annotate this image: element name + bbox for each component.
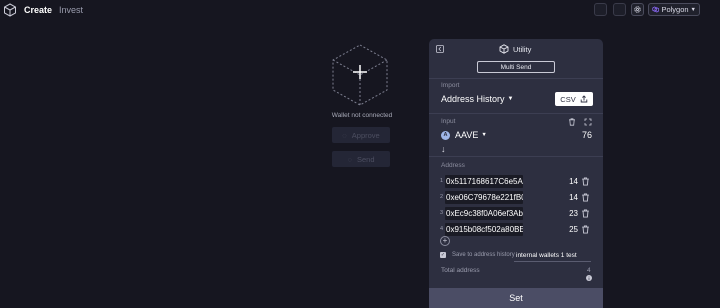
back-icon[interactable] [436, 45, 444, 53]
csv-button[interactable]: CSV [555, 92, 593, 106]
profile-button[interactable] [613, 3, 626, 16]
divider [429, 78, 603, 79]
save-history-checkbox[interactable]: ✓ [440, 252, 446, 258]
top-bar: Create Invest Polygon ▼ [0, 0, 720, 20]
address-row: 3 0xEc9c38f0A06ef3Ab2 23 [440, 205, 596, 221]
input-label: Input [441, 118, 456, 125]
caret-down-icon: ▼ [481, 132, 487, 138]
address-input[interactable]: 0x915b08cf502a80BEb [445, 222, 523, 236]
network-selector[interactable]: Polygon ▼ [648, 3, 700, 16]
address-history-select[interactable]: Address History ▼ [441, 94, 513, 104]
trash-icon[interactable] [568, 118, 576, 126]
aave-token-icon: A [441, 130, 450, 140]
arrow-down-icon: ↓ [441, 144, 446, 154]
total-address-label: Total address [441, 267, 480, 274]
amount-input[interactable]: 14 [523, 177, 581, 186]
utility-panel: Utility Multi Send Import Address Histor… [429, 39, 603, 308]
nav-invest[interactable]: Invest [59, 5, 83, 15]
address-label: Address [441, 162, 465, 169]
address-history-label: Address History [441, 94, 505, 104]
polygon-icon [652, 6, 660, 13]
amount-input[interactable]: 25 [523, 225, 581, 234]
trash-icon[interactable] [581, 192, 590, 202]
gear-icon [634, 6, 641, 13]
empty-portfolio-cube[interactable] [331, 44, 389, 106]
divider [429, 113, 603, 114]
approve-button[interactable]: ◌ Approve [332, 127, 390, 143]
send-label: Send [356, 154, 375, 164]
address-input[interactable]: 0xEc9c38f0A06ef3Ab2 [445, 206, 523, 220]
total-address-value: 4 [587, 267, 591, 274]
multi-send-button[interactable]: Multi Send [477, 61, 555, 73]
divider [429, 156, 603, 157]
address-row: 2 0xe06C79678e221fB0D 14 [440, 189, 596, 205]
upload-icon [580, 95, 587, 103]
token-selector[interactable]: AAVE ▼ [455, 130, 487, 140]
expand-icon[interactable] [584, 118, 592, 126]
history-name-input[interactable]: internal wallets 1 test [514, 250, 591, 262]
save-history-row: ✓ Save to address history [440, 252, 515, 258]
info-icon[interactable]: i [586, 275, 592, 281]
csv-label: CSV [560, 94, 576, 104]
circle-icon: ◌ [347, 154, 352, 164]
circle-icon: ◌ [342, 130, 347, 140]
network-name: Polygon [661, 5, 689, 14]
settings-button[interactable] [631, 3, 644, 16]
trash-icon[interactable] [581, 208, 590, 218]
address-row: 1 0x5117168617C6e5A6 14 [440, 173, 596, 189]
trash-icon[interactable] [581, 224, 590, 234]
token-amount[interactable]: 76 [582, 130, 592, 140]
token-name: AAVE [455, 130, 479, 140]
caret-down-icon: ▼ [507, 96, 514, 102]
address-row: 4 0x915b08cf502a80BEb 25 [440, 221, 596, 237]
address-input[interactable]: 0x5117168617C6e5A6 [445, 174, 523, 188]
nav-create[interactable]: Create [24, 5, 52, 15]
wallet-status: Wallet not connected [331, 112, 393, 119]
wallet-action-button[interactable] [594, 3, 607, 16]
panel-title: Utility [499, 44, 531, 54]
cube-icon [499, 44, 509, 54]
save-history-label: Save to address history [452, 252, 515, 258]
send-button[interactable]: ◌ Send [332, 151, 390, 167]
token-row: A AAVE ▼ 76 [441, 130, 592, 140]
panel-title-text: Utility [513, 44, 532, 54]
address-list: 1 0x5117168617C6e5A6 14 2 0xe06C79678e22… [440, 173, 596, 237]
approve-label: Approve [351, 130, 380, 140]
import-label: Import [441, 82, 460, 89]
set-button[interactable]: Set [429, 288, 603, 308]
input-actions [568, 118, 592, 126]
chevron-down-icon: ▼ [690, 6, 696, 13]
trash-icon[interactable] [581, 176, 590, 186]
address-input[interactable]: 0xe06C79678e221fB0D [445, 190, 523, 204]
amount-input[interactable]: 14 [523, 193, 581, 202]
logo-icon[interactable] [3, 3, 17, 17]
add-address-button[interactable]: + [440, 236, 450, 246]
amount-input[interactable]: 23 [523, 209, 581, 218]
